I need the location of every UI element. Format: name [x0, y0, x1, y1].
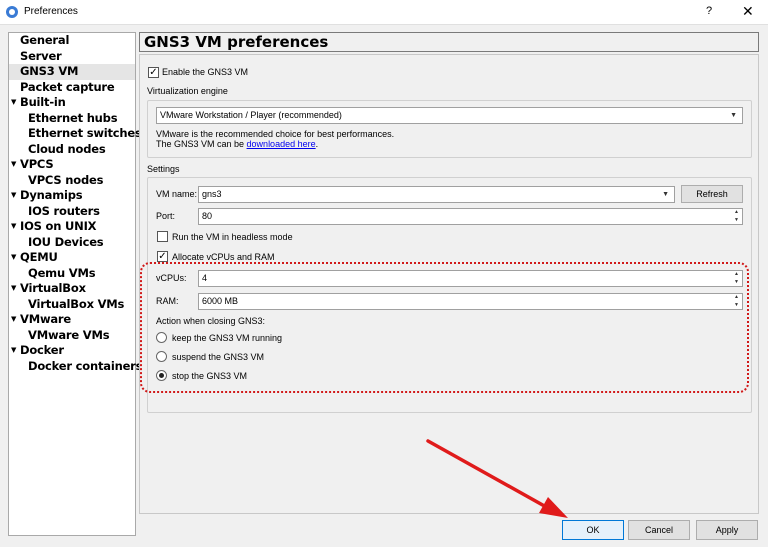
- ok-button-label: OK: [586, 525, 600, 535]
- annotation-arrow: [426, 439, 568, 518]
- arrow-shaft: [426, 439, 550, 510]
- cancel-button-label: Cancel: [644, 525, 673, 535]
- apply-button-label: Apply: [715, 525, 739, 535]
- ok-button[interactable]: OK: [562, 520, 624, 540]
- cancel-button[interactable]: Cancel: [628, 520, 690, 540]
- arrow-head: [539, 497, 568, 518]
- apply-button[interactable]: Apply: [696, 520, 758, 540]
